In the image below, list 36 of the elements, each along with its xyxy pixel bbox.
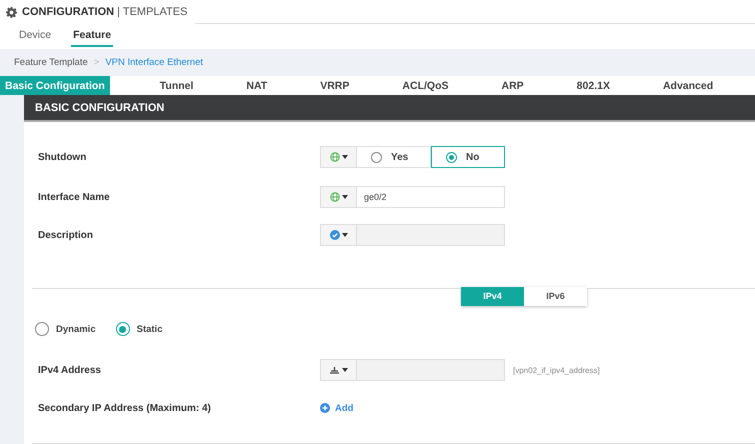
text-field[interactable]: ge0/2 <box>357 186 505 208</box>
page-title: CONFIGURATION | TEMPLATES <box>22 6 188 18</box>
section-header: BASIC CONFIGURATION <box>24 95 755 122</box>
ip-version-tab[interactable]: IPv6 <box>524 286 587 306</box>
scope-dropdown[interactable] <box>320 359 357 381</box>
section-tab[interactable]: ACL/QoS <box>397 76 454 95</box>
caret-icon <box>342 233 348 237</box>
breadcrumb-separator: > <box>94 57 100 68</box>
field-label: Shutdown <box>38 152 88 162</box>
section-tab[interactable]: NAT <box>241 76 272 95</box>
field-label: IPv4 Address <box>38 364 102 376</box>
radio-option[interactable]: Yes <box>357 146 431 168</box>
breadcrumb-link[interactable]: Feature Template <box>14 57 88 68</box>
section-tab[interactable]: Advanced <box>658 76 718 95</box>
tab[interactable]: Device <box>17 24 54 48</box>
globe-icon <box>330 192 340 202</box>
section-tab[interactable]: Tunnel <box>154 76 198 95</box>
field-label: Description <box>38 230 94 240</box>
caret-icon <box>342 195 348 199</box>
tab[interactable]: Feature <box>71 24 114 48</box>
device-icon <box>329 366 340 374</box>
caret-icon <box>342 155 348 159</box>
section-tab[interactable]: ARP <box>496 76 529 95</box>
caret-icon <box>342 368 348 372</box>
radio-option[interactable]: Dynamic <box>35 322 96 336</box>
plus-circle-icon <box>320 403 330 413</box>
globe-icon <box>330 152 340 162</box>
radio-option[interactable]: No <box>431 146 505 168</box>
field-label: Secondary IP Address (Maximum: 4) <box>38 402 212 414</box>
radio-option[interactable]: Static <box>116 322 162 336</box>
section-tab[interactable]: 802.1X <box>572 76 615 95</box>
field-label: Interface Name <box>38 192 111 202</box>
section-tab[interactable]: VRRP <box>315 76 354 95</box>
gear-icon <box>6 6 17 18</box>
variable-name: [vpn02_if_ipv4_address] <box>513 366 600 374</box>
check-circle-icon <box>330 230 340 240</box>
